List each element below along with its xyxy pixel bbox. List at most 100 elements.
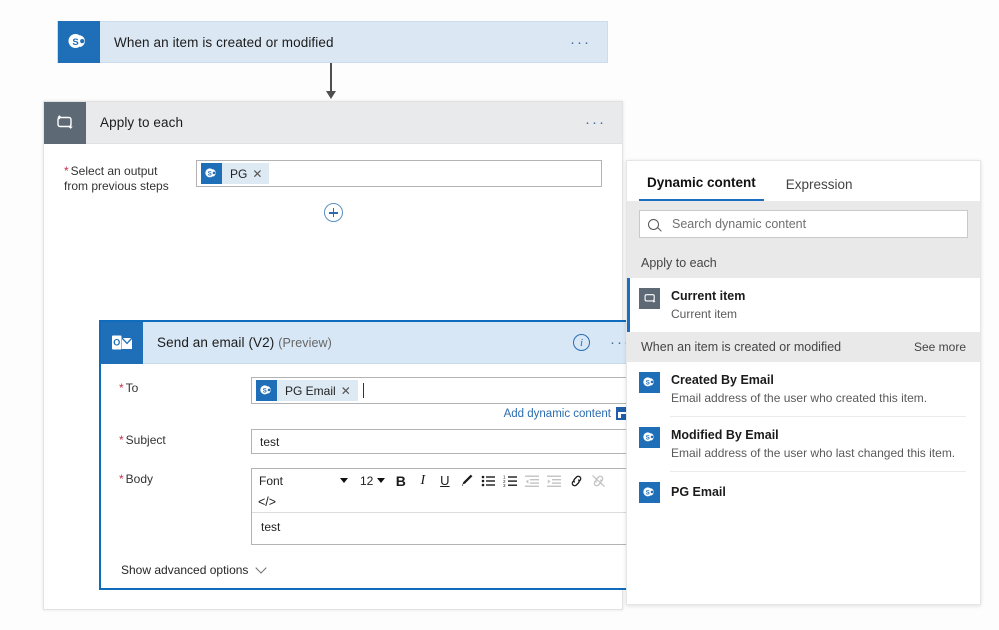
editor-toolbar: Font 12 B I U 1 2 3 bbox=[252, 469, 628, 492]
flow-designer-canvas: S When an item is created or modified ··… bbox=[0, 0, 999, 630]
close-icon[interactable]: ✕ bbox=[252, 167, 269, 181]
svg-text:O: O bbox=[113, 337, 120, 347]
send-email-body: * To S PG Email ✕ Add dynamic content * … bbox=[101, 364, 647, 577]
required-asterisk: * bbox=[119, 433, 124, 447]
to-input[interactable]: S PG Email ✕ bbox=[251, 377, 629, 404]
to-field-row: * To S PG Email ✕ bbox=[119, 377, 629, 404]
add-dynamic-content-link[interactable]: Add dynamic content bbox=[504, 408, 611, 420]
insert-step-row bbox=[64, 196, 602, 237]
close-icon[interactable]: ✕ bbox=[341, 384, 358, 398]
dynamic-item-created-by-email[interactable]: S Created By Email Email address of the … bbox=[627, 362, 980, 416]
font-size-select[interactable]: 12 bbox=[354, 471, 389, 491]
body-label-text: Body bbox=[125, 472, 154, 486]
subject-field-row: * Subject test bbox=[119, 429, 629, 454]
add-dynamic-content-row: Add dynamic content bbox=[119, 407, 629, 420]
dynamic-item-text: PG Email bbox=[671, 483, 726, 501]
see-more-link[interactable]: See more bbox=[914, 340, 966, 354]
outlook-icon: O bbox=[101, 321, 143, 364]
body-field-row: * Body Font 12 B I U 1 2 3 </> test bbox=[119, 468, 629, 545]
sharepoint-icon: S bbox=[639, 482, 660, 503]
body-content-area[interactable]: test bbox=[252, 512, 628, 544]
group-title: Apply to each bbox=[641, 256, 717, 270]
subject-input[interactable]: test bbox=[251, 429, 629, 454]
dynamic-content-search-wrap bbox=[627, 201, 980, 248]
svg-text:S: S bbox=[645, 380, 649, 386]
pen-icon[interactable] bbox=[456, 470, 477, 491]
dynamic-content-panel: Dynamic content Expression Apply to each bbox=[626, 160, 981, 605]
dynamic-item-subtitle: Email address of the user who last chang… bbox=[671, 446, 956, 460]
indent-icon bbox=[544, 470, 565, 491]
svg-text:S: S bbox=[645, 435, 649, 441]
link-icon[interactable] bbox=[566, 470, 587, 491]
add-step-plus-button[interactable] bbox=[323, 203, 343, 222]
apply-to-each-more-menu[interactable]: ··· bbox=[569, 115, 622, 130]
dynamic-content-search[interactable] bbox=[639, 210, 968, 238]
font-family-select[interactable]: Font bbox=[255, 471, 353, 491]
show-advanced-options-label: Show advanced options bbox=[121, 563, 249, 577]
code-view-button[interactable]: </> bbox=[252, 492, 628, 512]
bold-button[interactable]: B bbox=[390, 470, 411, 491]
dynamic-item-subtitle: Current item bbox=[671, 307, 738, 321]
dynamic-item-title: Current item bbox=[671, 289, 746, 303]
select-output-label-line2: from previous steps bbox=[64, 179, 169, 193]
sharepoint-icon: S bbox=[256, 380, 277, 401]
send-email-action-card: O Send an email (V2) (Preview) i ··· * To bbox=[99, 320, 649, 590]
dynamic-item-subtitle: Email address of the user who created th… bbox=[671, 391, 928, 405]
svg-text:S: S bbox=[262, 388, 266, 394]
select-output-label-line1: Select an output bbox=[70, 164, 158, 178]
token-label: PG Email bbox=[285, 383, 336, 398]
token-label: PG bbox=[230, 166, 248, 181]
apply-to-each-container: Apply to each ··· * Select an output from… bbox=[43, 101, 649, 610]
tab-dynamic-content[interactable]: Dynamic content bbox=[639, 175, 764, 201]
dynamic-item-title: Modified By Email bbox=[671, 428, 779, 442]
select-output-input[interactable]: S PG ✕ bbox=[196, 160, 602, 187]
dynamic-group-header-trigger: When an item is created or modified See … bbox=[627, 332, 980, 362]
font-size-value: 12 bbox=[360, 473, 374, 488]
trigger-title: When an item is created or modified bbox=[114, 34, 334, 50]
search-input[interactable] bbox=[670, 216, 959, 232]
send-email-title-text: Send an email (V2) bbox=[157, 335, 275, 350]
loop-icon bbox=[639, 288, 660, 309]
required-asterisk: * bbox=[119, 472, 124, 486]
flow-connector-arrow bbox=[326, 63, 336, 99]
info-icon[interactable]: i bbox=[573, 334, 590, 351]
apply-to-each-header[interactable]: Apply to each ··· bbox=[44, 101, 622, 144]
required-asterisk: * bbox=[64, 164, 69, 178]
to-label-text: To bbox=[125, 381, 139, 395]
sharepoint-icon: S bbox=[201, 163, 222, 184]
body-rich-text-editor[interactable]: Font 12 B I U 1 2 3 </> test bbox=[251, 468, 629, 545]
token-pg[interactable]: S PG ✕ bbox=[201, 163, 270, 184]
dynamic-item-title: Created By Email bbox=[671, 373, 774, 387]
dynamic-item-text: Current item Current item bbox=[671, 287, 745, 323]
token-pg-email[interactable]: S PG Email ✕ bbox=[256, 380, 358, 401]
dynamic-item-text: Modified By Email Email address of the u… bbox=[671, 426, 955, 462]
show-advanced-options-toggle[interactable]: Show advanced options bbox=[119, 547, 629, 577]
tab-expression[interactable]: Expression bbox=[778, 177, 861, 201]
bullet-list-icon[interactable] bbox=[478, 470, 499, 491]
select-output-row: *Select an output from previous steps S bbox=[64, 160, 602, 194]
dynamic-item-modified-by-email[interactable]: S Modified By Email Email address of the… bbox=[627, 417, 980, 471]
italic-button[interactable]: I bbox=[412, 470, 433, 491]
body-label: * Body bbox=[119, 468, 251, 487]
dynamic-group-header-apply-to-each: Apply to each bbox=[627, 248, 980, 278]
loop-icon bbox=[44, 101, 86, 144]
select-output-label: * Select an output from previous steps bbox=[64, 160, 196, 194]
send-email-header[interactable]: O Send an email (V2) (Preview) i ··· bbox=[101, 321, 647, 364]
group-title: When an item is created or modified bbox=[641, 340, 842, 354]
text-cursor bbox=[362, 383, 364, 398]
send-email-title: Send an email (V2) (Preview) bbox=[143, 335, 573, 350]
underline-button[interactable]: U bbox=[434, 470, 455, 491]
numbered-list-icon[interactable]: 1 2 3 bbox=[500, 470, 521, 491]
trigger-card[interactable]: S When an item is created or modified ··… bbox=[57, 21, 608, 63]
apply-to-each-body: *Select an output from previous steps S bbox=[44, 144, 622, 237]
svg-text:3: 3 bbox=[503, 483, 506, 488]
subject-label: * Subject bbox=[119, 429, 251, 448]
dynamic-item-pg-email[interactable]: S PG Email bbox=[627, 472, 980, 512]
preview-tag: (Preview) bbox=[278, 336, 332, 350]
dynamic-item-title: PG Email bbox=[671, 485, 726, 499]
chevron-down-icon bbox=[377, 478, 386, 483]
dynamic-content-tabs: Dynamic content Expression bbox=[627, 161, 980, 201]
dynamic-item-current-item[interactable]: Current item Current item bbox=[627, 278, 980, 332]
trigger-more-menu[interactable]: ··· bbox=[554, 35, 607, 50]
dynamic-item-text: Created By Email Email address of the us… bbox=[671, 371, 927, 407]
